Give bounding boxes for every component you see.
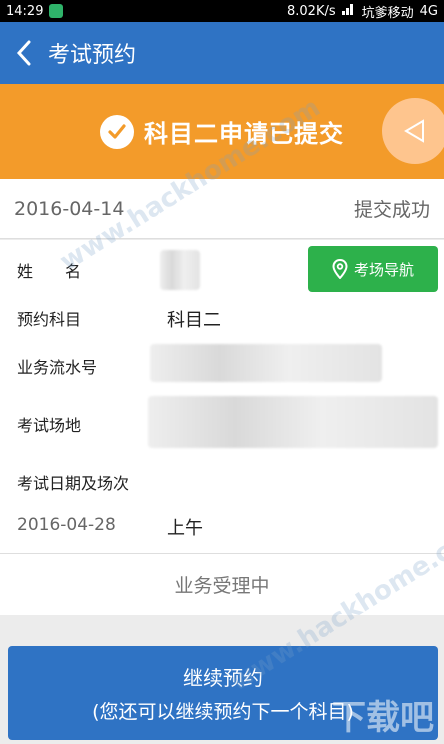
back-button[interactable]	[0, 22, 48, 84]
app-bar: 考试预约	[0, 22, 444, 84]
venue-navigation-button[interactable]: 考场导航	[308, 246, 438, 292]
page-title: 考试预约	[48, 43, 137, 68]
location-pin-icon	[332, 259, 348, 279]
subject-label: 预约科目	[17, 310, 82, 329]
exam-datetime-label: 考试日期及场次	[17, 474, 130, 493]
submission-status: 提交成功	[353, 199, 430, 221]
continue-booking-button[interactable]: 继续预约 (您还可以继续预约下一个科目)	[8, 646, 438, 740]
appointment-details: 姓 名 考场导航 预约科目 科目二 业务流水号 考试场地 考试日期及场次 201…	[0, 240, 444, 553]
name-label: 姓 名	[17, 262, 82, 281]
exam-session: 上午	[167, 518, 203, 539]
chevron-left-icon	[16, 40, 31, 66]
processing-status: 业务受理中	[0, 553, 444, 615]
venue-navigation-label: 考场导航	[353, 260, 414, 279]
banner-message: 科目二申请已提交	[144, 120, 344, 148]
submission-row: 2016-04-14 提交成功	[0, 179, 444, 239]
network-type: 4G	[419, 3, 438, 19]
name-value-redacted	[160, 250, 200, 290]
continue-booking-hint: (您还可以继续预约下一个科目)	[92, 701, 354, 723]
continue-booking-label: 继续预约	[183, 666, 263, 690]
venue-value-redacted	[148, 396, 438, 448]
status-right: 8.02K/s 坑爹移动 4G	[287, 2, 438, 21]
floating-assistive-button[interactable]	[382, 98, 444, 164]
triangle-left-icon	[404, 119, 424, 143]
submission-date: 2016-04-14	[14, 197, 125, 220]
serial-number-label: 业务流水号	[17, 358, 98, 377]
network-speed: 8.02K/s	[287, 3, 336, 19]
check-circle-icon	[100, 114, 134, 149]
submitted-banner: 科目二申请已提交	[0, 84, 444, 179]
subject-value: 科目二	[167, 310, 221, 331]
exam-date: 2016-04-28	[17, 515, 116, 535]
status-time: 14:29	[6, 3, 44, 19]
serial-number-redacted	[150, 344, 382, 382]
signal-icon	[341, 3, 356, 19]
app-notification-icon	[49, 4, 64, 18]
carrier-name: 坑爹移动	[361, 5, 414, 21]
venue-label: 考试场地	[17, 416, 82, 435]
processing-status-text: 业务受理中	[174, 575, 270, 597]
status-bar: 14:29 8.02K/s 坑爹移动 4G	[0, 0, 444, 22]
